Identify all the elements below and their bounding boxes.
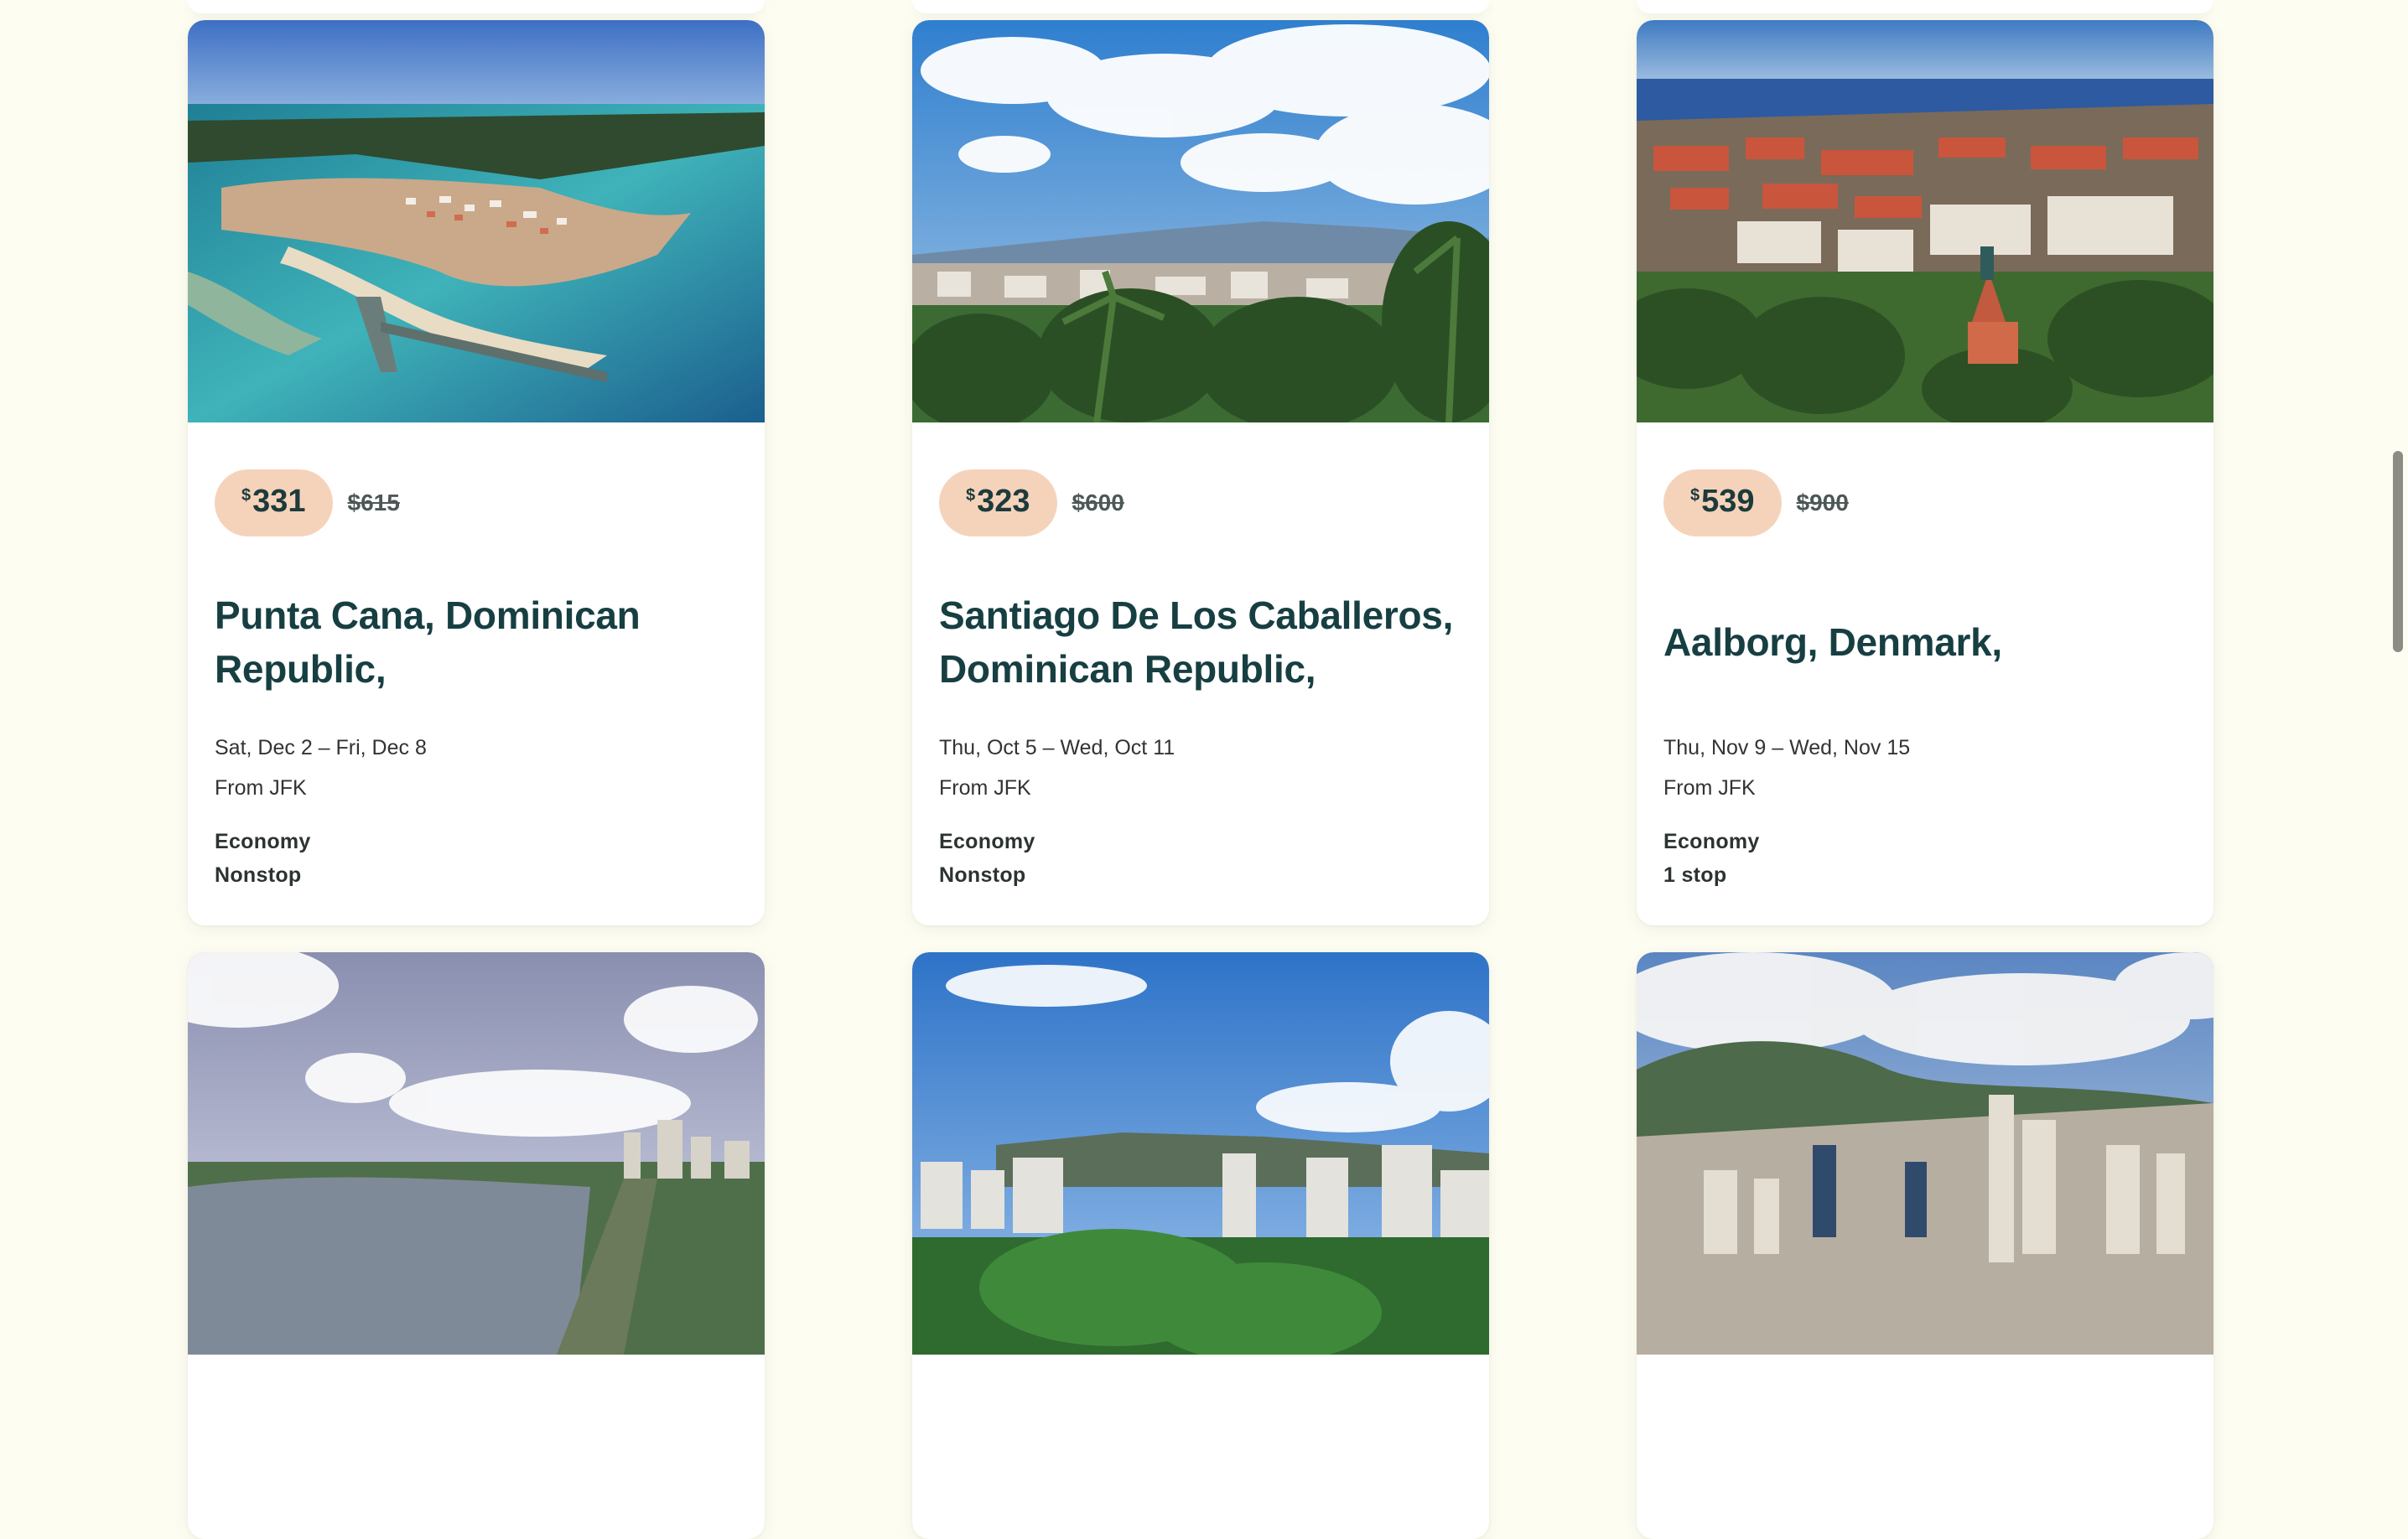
cabin-class: Economy xyxy=(1663,830,1760,853)
destination-name[interactable]: Aalborg, Denmark, xyxy=(1663,615,2002,669)
stops-info: Nonstop xyxy=(215,863,302,887)
price-value: 331 xyxy=(252,484,306,519)
cabin-class: Economy xyxy=(939,830,1035,853)
destination-photo xyxy=(912,952,1489,1355)
destination-title[interactable]: Punta Cana, Dominican Republic, xyxy=(215,583,751,701)
destination-photo xyxy=(188,20,765,422)
destination-grid: $ 331 $615 Punta Cana, Dominican Republi… xyxy=(0,0,2408,1539)
currency-symbol: $ xyxy=(1690,486,1700,505)
price-row: $ 323 $600 xyxy=(939,469,1124,536)
price-value: 323 xyxy=(977,484,1030,519)
destination-card[interactable] xyxy=(912,952,1489,1539)
travel-dates: Thu, Nov 9 – Wed, Nov 15 xyxy=(1663,736,1911,759)
scrollbar-thumb[interactable] xyxy=(2393,451,2403,652)
destination-photo xyxy=(1637,952,2213,1355)
destination-photo xyxy=(912,20,1489,422)
previous-card-edge xyxy=(1637,0,2213,13)
travel-dates: Thu, Oct 5 – Wed, Oct 11 xyxy=(939,736,1175,759)
stops-info: Nonstop xyxy=(939,863,1026,887)
price-badge: $ 331 xyxy=(215,469,333,536)
original-price: $600 xyxy=(1072,490,1124,516)
destination-name[interactable]: Punta Cana, Dominican Republic, xyxy=(215,588,751,696)
price-row: $ 539 $900 xyxy=(1663,469,1849,536)
destination-title[interactable]: Aalborg, Denmark, xyxy=(1663,583,2200,701)
original-price: $900 xyxy=(1796,490,1849,516)
destination-card[interactable]: $ 331 $615 Punta Cana, Dominican Republi… xyxy=(188,20,765,925)
price-row: $ 331 $615 xyxy=(215,469,400,536)
price-badge: $ 539 xyxy=(1663,469,1782,536)
origin-airport: From JFK xyxy=(939,776,1031,800)
destination-card[interactable]: $ 539 $900 Aalborg, Denmark, Thu, Nov 9 … xyxy=(1637,20,2213,925)
previous-card-edge xyxy=(912,0,1489,13)
destination-card[interactable] xyxy=(1637,952,2213,1539)
currency-symbol: $ xyxy=(241,486,252,505)
previous-card-edge xyxy=(188,0,765,13)
destination-card[interactable] xyxy=(188,952,765,1539)
price-badge: $ 323 xyxy=(939,469,1057,536)
cabin-class: Economy xyxy=(215,830,311,853)
original-price: $615 xyxy=(347,490,400,516)
travel-dates: Sat, Dec 2 – Fri, Dec 8 xyxy=(215,736,427,759)
destination-name[interactable]: Santiago De Los Caballeros, Dominican Re… xyxy=(939,588,1476,696)
scrollbar[interactable] xyxy=(2383,0,2408,1324)
origin-airport: From JFK xyxy=(215,776,307,800)
currency-symbol: $ xyxy=(966,486,976,505)
destination-title[interactable]: Santiago De Los Caballeros, Dominican Re… xyxy=(939,583,1476,701)
stops-info: 1 stop xyxy=(1663,863,1727,887)
destination-photo xyxy=(1637,20,2213,422)
destination-photo xyxy=(188,952,765,1355)
origin-airport: From JFK xyxy=(1663,776,1756,800)
price-value: 539 xyxy=(1701,484,1755,519)
destination-card[interactable]: $ 323 $600 Santiago De Los Caballeros, D… xyxy=(912,20,1489,925)
